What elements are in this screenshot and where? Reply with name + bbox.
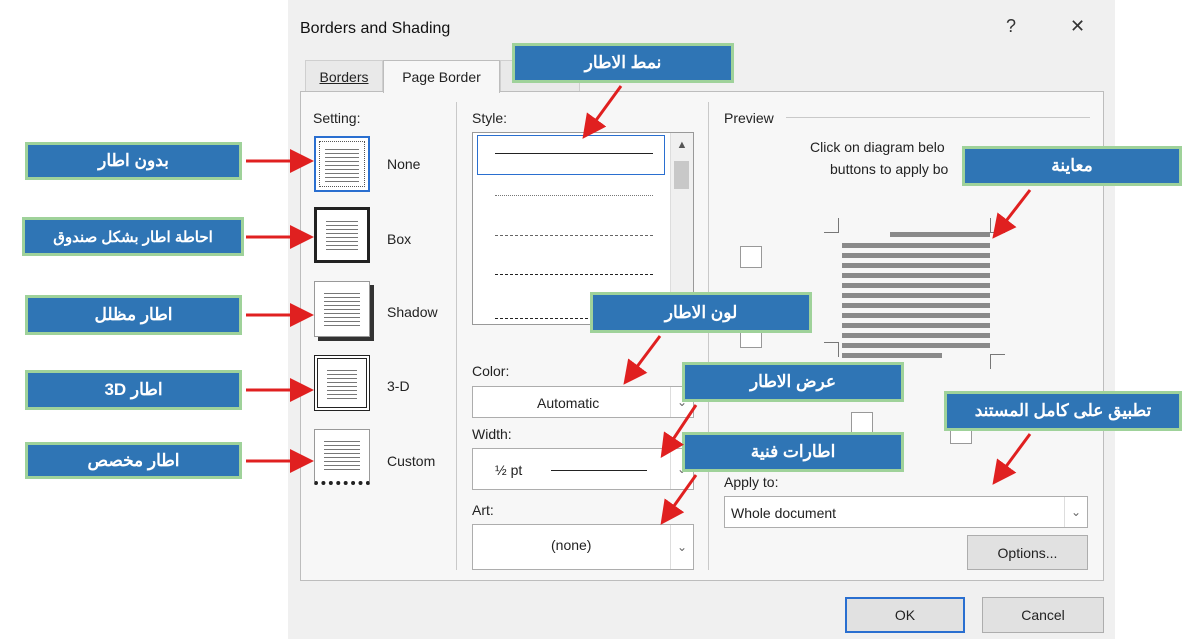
arrow-icon [992,433,1032,485]
arrow-icon [660,474,698,525]
tab-page-border[interactable]: Page Border [383,60,500,93]
annotation-arrows [246,85,1032,525]
tab-page-border-label: Page Border [402,69,481,85]
arrow-icon [623,335,662,385]
arrow-icon [992,189,1032,239]
arrow-icon [582,85,623,139]
arrow-icon [660,404,698,458]
